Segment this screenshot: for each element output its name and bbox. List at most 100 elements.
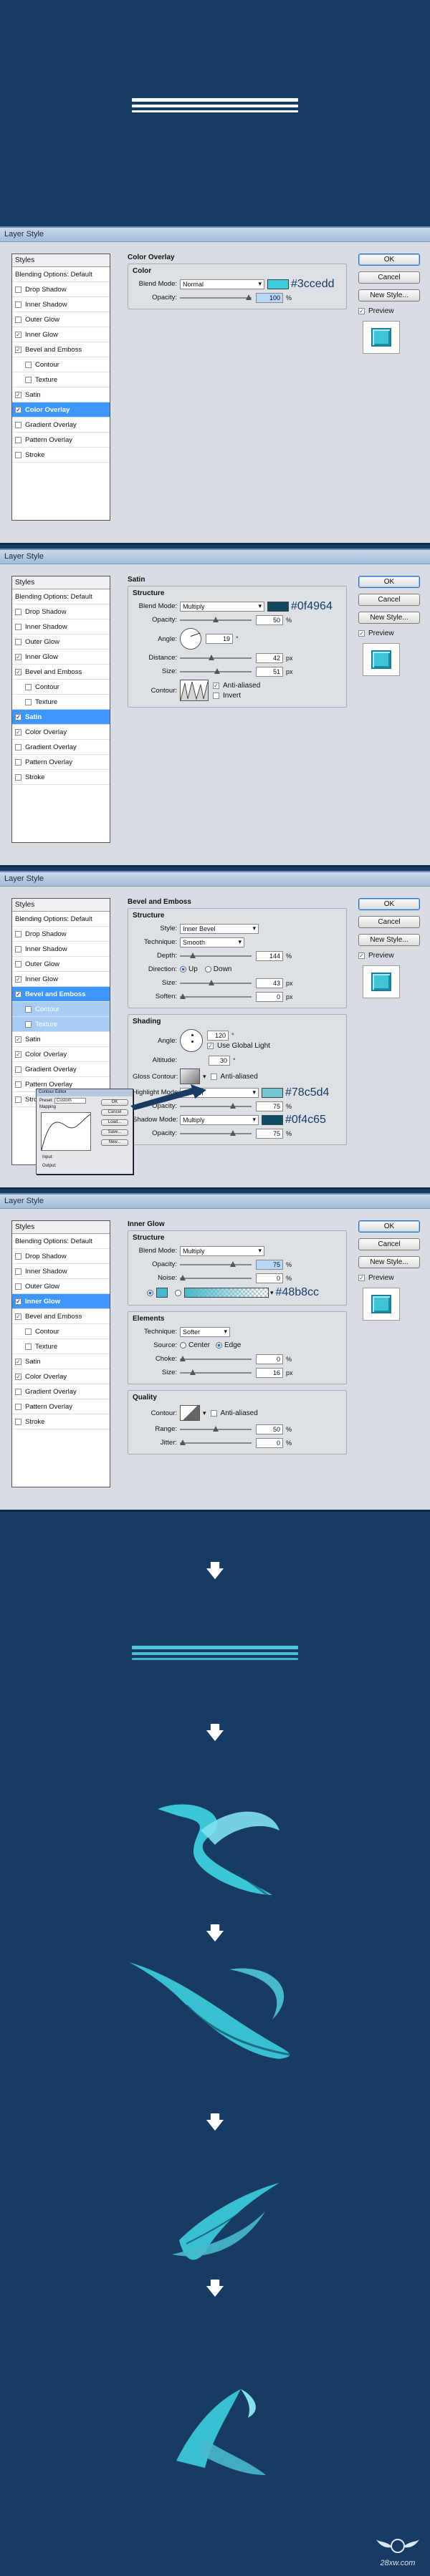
checkbox-checked[interactable] [15,331,22,338]
blend-mode-select[interactable]: Multiply [180,601,264,612]
checkbox-checked[interactable] [15,391,22,398]
styles-item-gradient-overlay[interactable]: Gradient Overlay [12,418,110,433]
checkbox[interactable] [15,286,22,293]
styles-item-inner-glow[interactable]: Inner Glow [12,972,110,987]
styles-item-blending[interactable]: Blending Options: Default [12,267,110,282]
gradient-radio[interactable] [175,1289,181,1296]
opacity-input[interactable]: 75 [256,1259,283,1270]
cancel-button[interactable]: Cancel [358,916,420,928]
styles-item-outer-glow[interactable]: Outer Glow [12,312,110,327]
styles-item-pattern-overlay[interactable]: Pattern Overlay [12,1399,110,1414]
styles-item-outer-glow[interactable]: Outer Glow [12,635,110,650]
styles-item-bevel[interactable]: Bevel and Emboss [12,342,110,357]
opacity-slider[interactable] [180,616,252,624]
angle-dial[interactable] [180,628,201,650]
editor-ok-button[interactable]: OK [101,1099,128,1106]
ok-button[interactable]: OK [358,898,420,910]
styles-item-drop-shadow[interactable]: Drop Shadow [12,927,110,942]
choke-input[interactable]: 0 [256,1354,283,1364]
styles-item-contour[interactable]: Contour [12,1324,110,1339]
opacity-input[interactable]: 100 [256,292,283,303]
new-style-button[interactable]: New Style... [358,612,420,624]
angle-input[interactable]: 19 [206,634,233,644]
styles-item-gradient-overlay[interactable]: Gradient Overlay [12,740,110,755]
opacity-slider[interactable] [180,294,252,302]
soften-input[interactable]: 0 [256,991,283,1002]
cancel-button[interactable]: Cancel [358,1238,420,1250]
jitter-input[interactable]: 0 [256,1437,283,1448]
styles-item-inner-shadow[interactable]: Inner Shadow [12,1264,110,1279]
gloss-contour-thumbnail[interactable] [180,1068,200,1084]
styles-item-stroke[interactable]: Stroke [12,1414,110,1429]
antialiased-checkbox[interactable] [213,682,219,689]
size-slider[interactable] [180,1369,252,1376]
styles-item-satin[interactable]: Satin [12,1032,110,1047]
styles-item-pattern-overlay[interactable]: Pattern Overlay [12,755,110,770]
noise-slider[interactable] [180,1274,252,1282]
styles-item-inner-shadow[interactable]: Inner Shadow [12,297,110,312]
styles-item-stroke[interactable]: Stroke [12,770,110,785]
direction-up-radio[interactable] [180,966,186,973]
preview-checkbox[interactable] [358,1275,365,1281]
depth-input[interactable]: 144 [256,950,283,961]
styles-item-color-overlay[interactable]: Color Overlay [12,402,110,418]
styles-item-color-overlay[interactable]: Color Overlay [12,1047,110,1062]
styles-item-satin[interactable]: Satin [12,710,110,725]
distance-slider[interactable] [180,654,252,662]
styles-item-contour[interactable]: Contour [12,357,110,372]
styles-item-stroke[interactable]: Stroke [12,448,110,463]
size-slider[interactable] [180,979,252,987]
styles-item-blending[interactable]: Blending Options: Default [12,912,110,927]
cancel-button[interactable]: Cancel [358,271,420,284]
checkbox[interactable] [15,451,22,458]
styles-item-bevel[interactable]: Bevel and Emboss [12,1309,110,1324]
opacity-input[interactable]: 50 [256,614,283,625]
styles-item-inner-shadow[interactable]: Inner Shadow [12,619,110,635]
choke-slider[interactable] [180,1355,252,1363]
contour-thumbnail[interactable] [180,1405,200,1421]
gloss-antialiased-checkbox[interactable] [210,1073,217,1080]
checkbox[interactable] [15,436,22,443]
shadow-color-chip[interactable] [262,1114,283,1125]
styles-item-bevel[interactable]: Bevel and Emboss [12,665,110,680]
depth-slider[interactable] [180,952,252,960]
altitude-input[interactable]: 30 [209,1055,230,1066]
checkbox[interactable] [25,361,32,368]
styles-item-gradient-overlay[interactable]: Gradient Overlay [12,1062,110,1077]
chevron-down-icon[interactable]: ▾ [270,1289,274,1297]
cancel-button[interactable]: Cancel [358,594,420,606]
angle-dial[interactable] [180,1029,203,1052]
styles-item-color-overlay[interactable]: Color Overlay [12,1369,110,1384]
highlight-opacity-input[interactable]: 75 [256,1101,283,1111]
preview-checkbox[interactable] [358,308,365,314]
checkbox[interactable] [15,421,22,428]
checkbox[interactable] [25,376,32,383]
new-style-button[interactable]: New Style... [358,934,420,946]
styles-item-inner-glow[interactable]: Inner Glow [12,650,110,665]
styles-item-satin[interactable]: Satin [12,1354,110,1369]
editor-load-button[interactable]: Load... [101,1119,128,1126]
shadow-mode-select[interactable]: Multiply [180,1114,259,1125]
blend-mode-select[interactable]: Normal [180,279,264,289]
source-edge-radio[interactable] [216,1342,223,1349]
overlay-color-chip[interactable] [267,279,289,289]
preview-checkbox[interactable] [358,630,365,637]
styles-item-bevel[interactable]: Bevel and Emboss [12,987,110,1002]
styles-item-texture[interactable]: Texture [12,1017,110,1032]
new-style-button[interactable]: New Style... [358,1256,420,1268]
ok-button[interactable]: OK [358,254,420,266]
styles-item-texture[interactable]: Texture [12,372,110,387]
ok-button[interactable]: OK [358,576,420,588]
solid-color-radio[interactable] [147,1289,153,1296]
styles-item-inner-shadow[interactable]: Inner Shadow [12,942,110,957]
styles-item-contour[interactable]: Contour [12,680,110,695]
source-center-radio[interactable] [180,1342,186,1349]
checkbox[interactable] [15,301,22,308]
styles-item-texture[interactable]: Texture [12,1339,110,1354]
gradient-swatch[interactable] [184,1288,269,1298]
size-input[interactable]: 43 [256,978,283,988]
styles-item-texture[interactable]: Texture [12,695,110,710]
contour-thumbnail[interactable] [180,680,209,701]
antialiased-checkbox[interactable] [210,1409,217,1417]
styles-item-inner-glow[interactable]: Inner Glow [12,1294,110,1309]
